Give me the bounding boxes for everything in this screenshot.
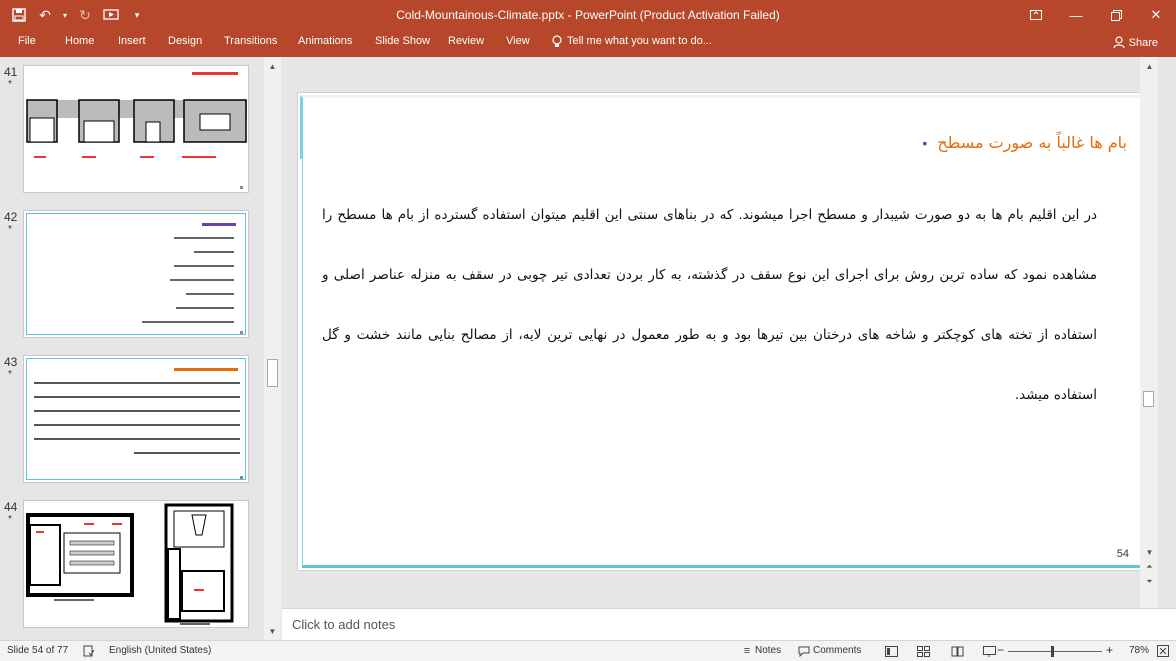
thumbnail-drawing bbox=[142, 223, 243, 334]
thumbnail-number: 42 bbox=[4, 210, 18, 224]
lightbulb-icon bbox=[552, 35, 562, 51]
scroll-down-icon[interactable]: ▼ bbox=[1141, 545, 1158, 559]
scroll-down-icon[interactable]: ▼ bbox=[264, 624, 281, 638]
ribbon-tabs: File Home Insert Design Transitions Anim… bbox=[0, 30, 1176, 57]
animation-star-icon: * bbox=[8, 369, 12, 380]
reading-view-icon[interactable] bbox=[950, 644, 964, 658]
tab-transitions[interactable]: Transitions bbox=[224, 35, 277, 47]
tab-animations[interactable]: Animations bbox=[298, 35, 352, 47]
scroll-up-icon[interactable]: ▲ bbox=[264, 59, 281, 73]
scroll-up-icon[interactable]: ▲ bbox=[1141, 59, 1158, 73]
notes-toggle[interactable]: Notes bbox=[755, 645, 781, 656]
slide-thumbnails-panel: 41 * 42 * 43 * 44 * bbox=[0, 57, 264, 640]
tab-review[interactable]: Review bbox=[448, 35, 484, 47]
tab-design[interactable]: Design bbox=[168, 35, 202, 47]
spell-check-icon[interactable] bbox=[82, 644, 96, 658]
slide-border-gap bbox=[298, 159, 302, 569]
scrollbar-thumb[interactable] bbox=[267, 359, 278, 387]
bullet-point[interactable]: • بام ها غالباً به صورت مسطح bbox=[922, 133, 1127, 152]
customize-toolbar-icon[interactable]: ▾ bbox=[126, 4, 148, 26]
scrollbar-thumb[interactable] bbox=[1143, 391, 1154, 407]
undo-dropdown-icon[interactable]: ▾ bbox=[60, 4, 70, 26]
slide-number: 54 bbox=[1116, 548, 1129, 560]
slide-thumbnail-43[interactable] bbox=[23, 355, 249, 483]
present-from-beginning-icon[interactable] bbox=[100, 4, 122, 26]
window-title: Cold-Mountainous-Climate.pptx - PowerPoi… bbox=[396, 8, 780, 22]
zoom-level[interactable]: 78% bbox=[1129, 645, 1149, 656]
quick-access-toolbar: ↶ ▾ ↻ ▾ bbox=[8, 4, 148, 26]
slide-thumbnail-44[interactable] bbox=[23, 500, 249, 628]
tab-view[interactable]: View bbox=[506, 35, 530, 47]
slide-paragraph[interactable]: در این اقلیم بام ها به دو صورت شیبدار و … bbox=[322, 185, 1097, 425]
tab-slide-show[interactable]: Slide Show bbox=[375, 35, 430, 47]
notes-placeholder: Click to add notes bbox=[292, 617, 396, 632]
editor-scrollbar[interactable]: ▲ ▼ ⏶ ⏷ bbox=[1140, 57, 1158, 608]
undo-icon[interactable]: ↶ bbox=[34, 4, 56, 26]
zoom-in-icon[interactable]: + bbox=[1106, 643, 1113, 657]
language-indicator[interactable]: English (United States) bbox=[109, 645, 211, 656]
slideshow-view-icon[interactable] bbox=[982, 644, 996, 658]
animation-star-icon: * bbox=[8, 224, 12, 235]
slide-sorter-icon[interactable] bbox=[916, 644, 930, 658]
zoom-slider[interactable] bbox=[1008, 651, 1102, 652]
tab-file[interactable]: File bbox=[18, 35, 36, 47]
thumbnail-drawing bbox=[26, 503, 234, 625]
bullet-text: بام ها غالباً به صورت مسطح bbox=[937, 133, 1127, 152]
minimize-icon[interactable]: — bbox=[1056, 0, 1096, 30]
animation-star-icon: * bbox=[8, 79, 12, 90]
next-slide-icon[interactable]: ⏷ bbox=[1141, 575, 1158, 589]
thumbnail-number: 44 bbox=[4, 500, 18, 514]
animation-star-icon: * bbox=[8, 514, 12, 525]
fit-to-window-icon[interactable] bbox=[1156, 644, 1170, 658]
bullet-dot-icon: • bbox=[922, 134, 928, 151]
notes-pane[interactable]: Click to add notes bbox=[282, 608, 1176, 640]
current-slide[interactable]: • بام ها غالباً به صورت مسطح در این اقلی… bbox=[297, 92, 1148, 571]
zoom-slider-thumb[interactable] bbox=[1051, 646, 1054, 657]
share-label: Share bbox=[1128, 37, 1158, 49]
status-bar: Slide 54 of 77 English (United States) ≡… bbox=[0, 640, 1176, 661]
tell-me-search[interactable]: Tell me what you want to do... bbox=[567, 35, 712, 47]
title-bar: ↶ ▾ ↻ ▾ Cold-Mountainous-Climate.pptx - … bbox=[0, 0, 1176, 30]
normal-view-icon[interactable] bbox=[884, 644, 898, 658]
thumbnail-number: 41 bbox=[4, 65, 18, 79]
slide-editor: • بام ها غالباً به صورت مسطح در این اقلی… bbox=[282, 57, 1158, 608]
slide-thumbnail-42[interactable] bbox=[23, 210, 249, 338]
comments-icon[interactable] bbox=[797, 644, 811, 658]
previous-slide-icon[interactable]: ⏶ bbox=[1141, 560, 1158, 574]
thumbnail-number: 43 bbox=[4, 355, 18, 369]
save-icon[interactable] bbox=[8, 4, 30, 26]
close-icon[interactable]: ✕ bbox=[1136, 0, 1176, 30]
zoom-out-icon[interactable]: − bbox=[997, 643, 1004, 657]
tab-insert[interactable]: Insert bbox=[118, 35, 146, 47]
thumbnail-scrollbar[interactable]: ▲ ▼ bbox=[264, 57, 281, 640]
comments-toggle[interactable]: Comments bbox=[813, 645, 861, 656]
redo-icon[interactable]: ↻ bbox=[74, 4, 96, 26]
tab-home[interactable]: Home bbox=[65, 35, 94, 47]
thumbnail-drawing bbox=[34, 368, 243, 479]
ribbon-display-options-icon[interactable] bbox=[1016, 0, 1056, 30]
thumbnail-drawing bbox=[26, 72, 247, 189]
user-icon bbox=[1113, 35, 1125, 51]
notes-icon[interactable]: ≡ bbox=[740, 644, 754, 658]
restore-icon[interactable] bbox=[1096, 0, 1136, 30]
slide-counter: Slide 54 of 77 bbox=[7, 645, 69, 656]
share-button[interactable]: Share bbox=[1113, 32, 1158, 54]
slide-thumbnail-41[interactable] bbox=[23, 65, 249, 193]
